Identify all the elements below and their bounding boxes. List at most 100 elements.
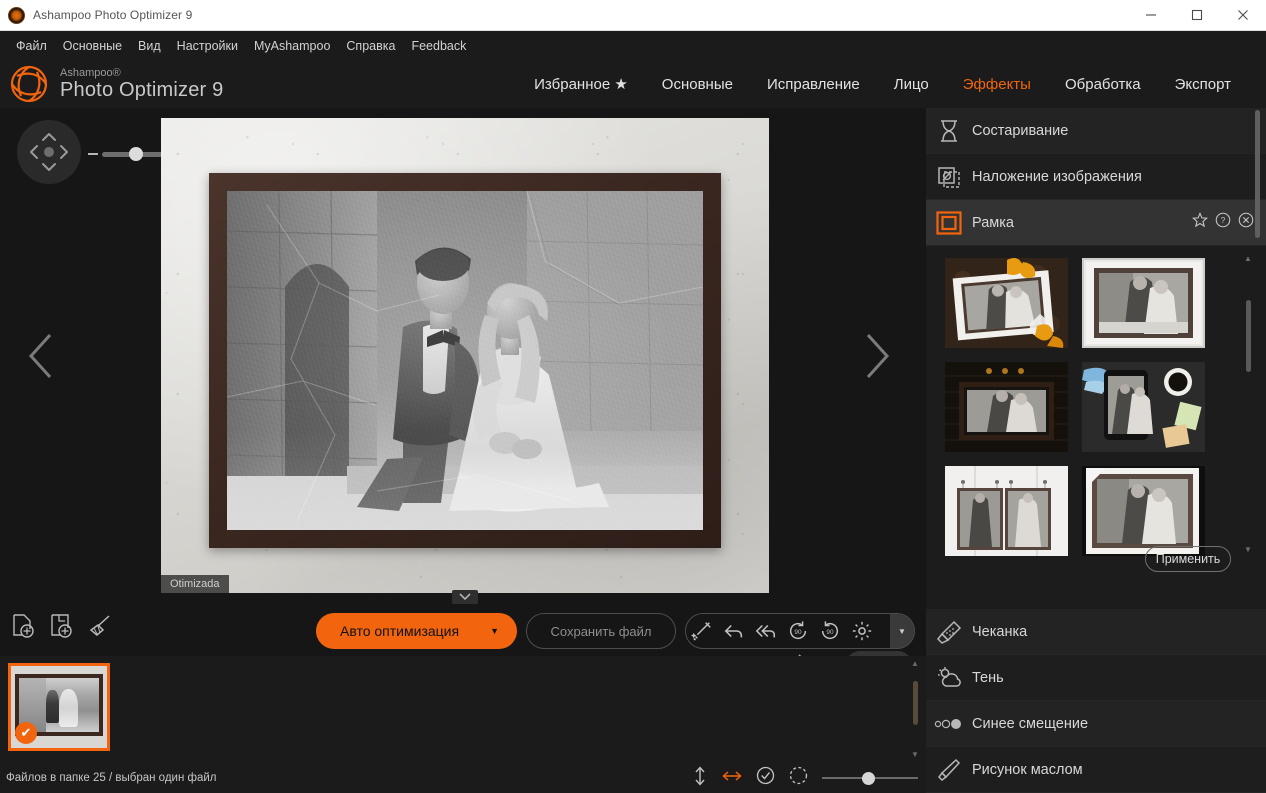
effect-label-blue-shift: Синее смещение (972, 716, 1088, 732)
effect-label-shadow: Тень (972, 670, 1004, 686)
flip-horizontal-icon[interactable] (722, 767, 742, 790)
blue-shift-icon (926, 717, 972, 731)
main-nav-tabs: Избранное ★ Основные Исправление Лицо Эф… (517, 69, 1266, 99)
close-button[interactable] (1220, 0, 1266, 31)
frame-template-dark-wall[interactable] (945, 362, 1068, 452)
brand-line-1: Ashampoo® (60, 68, 223, 79)
filmstrip-scrollbar[interactable]: ▲ ▼ (910, 659, 920, 759)
status-bar: Файлов в папке 25 / выбран один файл (0, 763, 926, 793)
frame-templates-area: ▲ ▼ Применить (926, 246, 1266, 593)
photo-vignette (227, 191, 703, 530)
effect-row-shadow[interactable]: Тень (926, 655, 1266, 701)
status-icons (692, 766, 918, 791)
menu-item-file[interactable]: Файл (8, 35, 55, 57)
check-circle-icon[interactable] (756, 766, 775, 790)
shadow-cloud-icon (926, 666, 972, 690)
image-state-label: Otimizada (161, 575, 229, 593)
menu-item-feedback[interactable]: Feedback (403, 35, 474, 57)
previous-image-button[interactable] (24, 330, 58, 387)
magic-wand-icon[interactable] (686, 614, 718, 648)
svg-text:90: 90 (826, 629, 834, 636)
star-icon[interactable] (1192, 212, 1208, 233)
add-folder-icon[interactable] (48, 613, 74, 644)
window-controls (1128, 0, 1266, 31)
rotate-left-90-icon[interactable]: 90 (782, 614, 814, 648)
edit-tools-group: 90 90 ▼ (685, 613, 915, 649)
thumbnail-size-slider[interactable] (822, 771, 918, 785)
flip-vertical-icon[interactable] (692, 766, 708, 791)
effect-row-image-overlay[interactable]: Наложение изображения (926, 154, 1266, 200)
effect-row-emboss[interactable]: Чеканка (926, 609, 1266, 655)
broom-icon[interactable] (86, 613, 112, 644)
zoom-slider-knob[interactable] (129, 147, 143, 161)
effect-row-oil-paint[interactable]: Рисунок маслом (926, 747, 1266, 793)
apply-button[interactable]: Применить (1145, 546, 1231, 572)
ashampoo-aperture-icon (8, 63, 50, 105)
edit-tools-caret[interactable]: ▼ (890, 614, 914, 648)
dashed-circle-icon[interactable] (789, 766, 808, 790)
title-bar: Ashampoo Photo Optimizer 9 (0, 0, 1266, 31)
tab-processing[interactable]: Обработка (1048, 70, 1158, 99)
next-image-button[interactable] (860, 330, 894, 387)
menu-item-basic[interactable]: Основные (55, 35, 130, 57)
auto-optimize-button[interactable]: Авто оптимизация ▼ (316, 613, 517, 649)
undo-all-icon[interactable] (750, 614, 782, 648)
tab-favorites[interactable]: Избранное ★ (517, 69, 645, 99)
window-title: Ashampoo Photo Optimizer 9 (33, 8, 192, 22)
apply-row: Применить (926, 546, 1266, 580)
add-file-icon[interactable] (10, 613, 36, 644)
scroll-up-arrow-icon[interactable]: ▲ (911, 659, 919, 668)
chevron-down-icon[interactable] (452, 590, 478, 604)
thumbnail-item[interactable]: ✔ (8, 663, 110, 751)
rotate-right-90-icon[interactable]: 90 (814, 614, 846, 648)
tab-correction[interactable]: Исправление (750, 70, 877, 99)
frame-templates-grid (945, 258, 1223, 556)
undo-icon[interactable] (718, 614, 750, 648)
zoom-out-icon[interactable] (88, 153, 98, 155)
ashampoo-logo-icon (8, 7, 25, 24)
film-strip: ✔ ▲ ▼ (0, 656, 926, 763)
effects-panel-scroll-thumb[interactable] (1255, 110, 1260, 238)
brand: Ashampoo® Photo Optimizer 9 (0, 63, 223, 105)
tab-face[interactable]: Лицо (877, 70, 946, 99)
help-circle-icon[interactable]: ? (1215, 212, 1231, 233)
frames-grid-scrollbar[interactable]: ▲ ▼ (1244, 254, 1253, 554)
frame-template-white-paper[interactable] (1082, 258, 1205, 348)
pan-navigator-icon[interactable] (17, 120, 81, 184)
effect-row-actions: ? (1192, 212, 1254, 233)
tab-export[interactable]: Экспорт (1158, 70, 1248, 99)
frames-scroll-thumb[interactable] (1246, 300, 1251, 372)
frame-template-autumn-leaves[interactable] (945, 258, 1068, 348)
filmstrip-scroll-thumb[interactable] (913, 681, 918, 725)
menu-item-settings[interactable]: Настройки (169, 35, 246, 57)
frame-template-hanging-photos[interactable] (945, 466, 1068, 556)
frame-template-tablet-desk[interactable] (1082, 362, 1205, 452)
status-text: Файлов в папке 25 / выбран один файл (6, 772, 217, 784)
svg-text:?: ? (1221, 216, 1226, 225)
frame-icon (926, 210, 972, 236)
maximize-button[interactable] (1174, 0, 1220, 31)
scroll-down-arrow-icon[interactable]: ▼ (911, 750, 919, 759)
file-actions (10, 613, 112, 644)
image-preview[interactable]: Otimizada (161, 118, 769, 593)
save-file-button[interactable]: Сохранить файл (526, 613, 676, 649)
gear-icon[interactable] (846, 614, 878, 648)
close-circle-icon[interactable] (1238, 212, 1254, 233)
effect-row-aging[interactable]: Состаривание (926, 108, 1266, 154)
minimize-button[interactable] (1128, 0, 1174, 31)
frame-template-black-border[interactable] (1082, 466, 1205, 556)
menu-item-myashampoo[interactable]: MyAshampoo (246, 35, 338, 57)
effects-panel-scrollbar[interactable] (1253, 108, 1262, 793)
frames-scroll-up-arrow-icon[interactable]: ▲ (1244, 254, 1252, 263)
photo-image (227, 191, 703, 530)
tab-basic[interactable]: Основные (645, 70, 750, 99)
effect-row-frame[interactable]: Рамка ? (926, 200, 1266, 246)
panel-separator (926, 593, 1266, 609)
menu-item-help[interactable]: Справка (338, 35, 403, 57)
effect-row-blue-shift[interactable]: Синее смещение (926, 701, 1266, 747)
thumbnail-selected-badge: ✔ (15, 722, 37, 744)
thumbnail-size-knob[interactable] (862, 772, 875, 785)
tab-effects[interactable]: Эффекты (946, 70, 1048, 99)
menu-item-view[interactable]: Вид (130, 35, 169, 57)
auto-optimize-caret[interactable]: ▼ (490, 626, 499, 636)
